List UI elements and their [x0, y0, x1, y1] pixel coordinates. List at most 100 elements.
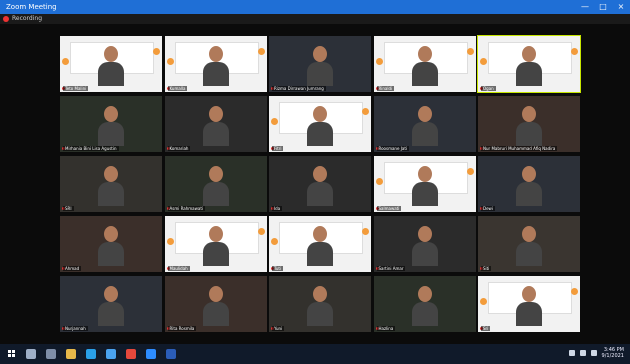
close-button[interactable]: × [616, 0, 626, 14]
participant-tile[interactable]: Maulidah [164, 216, 267, 272]
participant-tile[interactable]: Ahmad [60, 216, 162, 272]
zoom-window: Zoom Meeting — □ × Recording Teto Malini… [0, 0, 630, 364]
battery-icon[interactable] [590, 350, 597, 356]
participant-tile[interactable]: Mirhania Bini Lisa Agustin [60, 96, 162, 152]
participant-head [208, 226, 223, 242]
participant-head [208, 286, 223, 302]
participant-name: Salmawati [376, 206, 402, 211]
participant-head [417, 226, 432, 242]
participant-tile[interactable]: Siti [478, 216, 580, 272]
system-clock[interactable]: 3:46 PM 9/1/2021 [602, 347, 624, 359]
participant-video [516, 46, 542, 86]
participant-tile[interactable]: Komariah [164, 96, 267, 152]
search-icon[interactable] [26, 349, 36, 359]
participant-tile[interactable]: Rizma Dirrawan Jumrang [269, 36, 371, 92]
participant-tile[interactable]: Ida [269, 156, 371, 212]
participant-body [202, 182, 229, 206]
participant-body [202, 62, 229, 86]
participant-body [516, 302, 542, 326]
slide-decor-dot-icon [257, 228, 265, 235]
slide-decor-dot-icon [166, 58, 174, 65]
meeting-status-bar: Recording [0, 14, 630, 24]
participant-tile[interactable]: Kumalla [164, 36, 267, 92]
task-view-icon[interactable] [46, 349, 56, 359]
participant-tile[interactable]: Nurjannah [60, 276, 162, 332]
participant-tile[interactable]: Nur Mabruri Muhammad Afiq Nadira [478, 96, 580, 152]
participant-tile[interactable]: Ogan [477, 35, 581, 93]
slide-decor-dot-icon [153, 48, 160, 55]
participant-body [307, 122, 333, 146]
participant-name: Rinaldi [376, 86, 395, 91]
slide-decor-dot-icon [480, 298, 487, 305]
store-icon[interactable] [106, 349, 116, 359]
participant-name: Asmi Rahmawati [167, 206, 206, 211]
slide-decor-dot-icon [480, 58, 487, 65]
participant-tile[interactable]: Teto Malini [60, 36, 162, 92]
participant-video [411, 106, 438, 146]
participant-name: Ida [272, 206, 283, 211]
participant-head [104, 46, 118, 62]
slide-decor-dot-icon [362, 228, 369, 235]
participant-name: Yuni [272, 326, 285, 331]
participant-head [313, 226, 327, 242]
participant-body [516, 242, 542, 266]
network-icon[interactable] [568, 350, 575, 356]
participant-name: SRI [63, 206, 74, 211]
participant-name: Hazlina [376, 326, 396, 331]
file-explorer-icon[interactable] [66, 349, 76, 359]
participant-video [516, 166, 542, 206]
participant-tile[interactable]: Yuni [269, 276, 371, 332]
participant-video [307, 106, 333, 146]
recording-label: Recording [12, 15, 43, 22]
participant-video [202, 286, 229, 326]
participant-video [98, 226, 124, 266]
participant-tile[interactable]: Rinaldi [373, 36, 476, 92]
participant-video [202, 106, 229, 146]
participant-video [516, 286, 542, 326]
slide-decor-dot-icon [466, 168, 474, 175]
participant-tile[interactable]: Fitri [269, 96, 371, 152]
participant-body [411, 122, 438, 146]
participant-video [98, 286, 124, 326]
edge-browser-icon[interactable] [86, 349, 96, 359]
slide-decor-dot-icon [257, 48, 265, 55]
slide-decor-dot-icon [166, 238, 174, 245]
participant-head [208, 46, 223, 62]
participant-video [98, 106, 124, 146]
participant-tile[interactable]: Roosmane Jati [373, 96, 476, 152]
participant-body [98, 62, 124, 86]
recording-icon [3, 16, 9, 22]
participant-tile[interactable]: Hazlina [373, 276, 476, 332]
participant-tile[interactable]: Sartini Amar [373, 216, 476, 272]
word-app-icon[interactable] [166, 349, 176, 359]
maximize-button[interactable]: □ [598, 0, 608, 14]
participant-video [307, 286, 333, 326]
participant-video [307, 226, 333, 266]
minimize-button[interactable]: — [580, 0, 590, 14]
participant-body [307, 242, 333, 266]
participant-tile[interactable]: Sri [478, 276, 580, 332]
participant-video [202, 226, 229, 266]
participant-tile[interactable]: Tuti [269, 216, 371, 272]
participant-head [313, 46, 327, 62]
participant-name: Mirhania Bini Lisa Agustin [63, 146, 119, 151]
participant-head [104, 106, 118, 122]
participant-name: Maulidah [167, 266, 190, 271]
participant-body [411, 302, 438, 326]
participant-tile[interactable]: Rita Rosmila [164, 276, 267, 332]
participant-video [411, 226, 438, 266]
participant-body [516, 122, 542, 146]
windows-start-icon[interactable] [8, 350, 16, 358]
participant-name: Sri [481, 326, 491, 331]
participant-tile[interactable]: SRI [60, 156, 162, 212]
participant-body [411, 182, 438, 206]
volume-icon[interactable] [579, 350, 586, 356]
participant-body [202, 242, 229, 266]
window-controls: — □ × [580, 0, 626, 14]
participant-tile[interactable]: Salmawati [373, 156, 476, 212]
window-title: Zoom Meeting [6, 3, 57, 11]
chrome-icon[interactable] [126, 349, 136, 359]
zoom-app-icon[interactable] [146, 349, 156, 359]
participant-tile[interactable]: Dewi [478, 156, 580, 212]
participant-tile[interactable]: Asmi Rahmawati [164, 156, 267, 212]
